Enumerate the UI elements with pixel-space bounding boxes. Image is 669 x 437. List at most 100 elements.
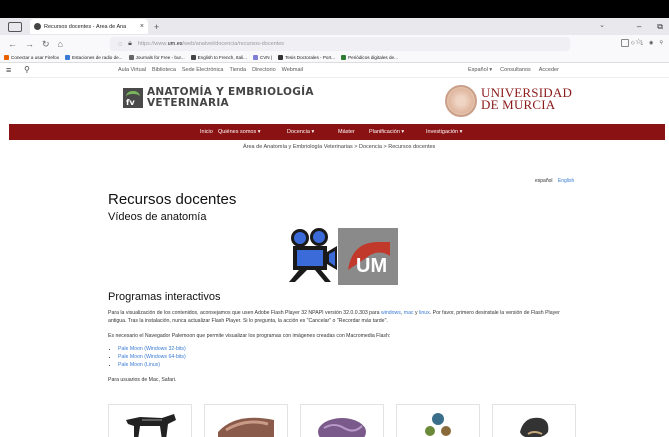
download-link[interactable]: Pale Moon (Windows 64-bits)	[118, 354, 186, 360]
department-logo[interactable]: fv	[123, 88, 143, 108]
account-link[interactable]: Consultanos	[500, 67, 531, 73]
palemoon-note: Es necesario el Navegador Palemoon que p…	[108, 333, 391, 339]
nav-item[interactable]: Investigación ▾	[426, 129, 462, 135]
bookmark-favicon-icon	[4, 55, 9, 61]
active-tab[interactable]: Recursos docentes - Área de Ana ×	[30, 19, 148, 34]
bookmark-label: Periódicos digitales de...	[348, 54, 398, 60]
lock-icon[interactable]: 🔒︎	[128, 40, 132, 48]
flash-instructions: Para la visualización de los contenidos,…	[108, 309, 578, 325]
restore-icon[interactable]: ⧉	[657, 22, 663, 32]
skull-specimen-image	[520, 417, 549, 437]
account-link[interactable]: Acceder	[539, 67, 559, 73]
resource-thumbnail[interactable]	[108, 404, 192, 437]
utility-link[interactable]: Sede Electrónica	[182, 67, 224, 73]
search-icon[interactable]: ⚲	[24, 65, 30, 74]
horse-skeleton-image	[126, 414, 176, 437]
bookmark-item[interactable]: Tesis Doctorales - Port...	[278, 55, 335, 61]
tab-overview-icon[interactable]	[8, 21, 22, 32]
mac-note: Para usuarios de Mac, Safari.	[108, 377, 177, 383]
programs-heading: Programas interactivos	[108, 291, 221, 303]
address-bar[interactable]: ◌ 🔒︎ https://www. um.es/web/anatvet/docen…	[110, 37, 642, 51]
um-video-logo-icon: UM	[348, 242, 390, 277]
department-logo-text: fv	[126, 98, 135, 107]
bookmark-item[interactable]: English to French, Itali...	[190, 54, 247, 61]
linux-link[interactable]: linux	[419, 310, 430, 316]
menu-icon[interactable]: ≡	[6, 65, 11, 75]
department-name[interactable]: ANATOMÍA Y EMBRIOLOGÍA VETERINARIA	[147, 87, 314, 109]
utility-link[interactable]: Biblioteca	[152, 67, 176, 73]
bookmark-label: Journals for Free - bur...	[135, 54, 185, 60]
bookmark-label: Conectar a usar Firefox	[11, 54, 59, 60]
navigation-bar: ← → ↻ ⌂ ◌ 🔒︎ https://www. um.es/web/anatv…	[0, 35, 669, 53]
download-link[interactable]: Pale Moon (Linux)	[118, 362, 160, 368]
url-path: /web/anatvet/docencia/recursos-docentes	[182, 41, 285, 47]
pocket-icon[interactable]: ◇	[631, 40, 635, 46]
home-icon[interactable]: ⌂	[58, 39, 63, 49]
utility-link[interactable]: Tienda	[229, 67, 246, 73]
video-camera-icon[interactable]	[287, 228, 339, 283]
tab-list-chevron-icon[interactable]: ⌄	[599, 21, 605, 29]
reload-icon[interactable]: ↻	[42, 39, 50, 50]
new-tab-button[interactable]: +	[154, 22, 159, 32]
nav-item[interactable]: Planificación ▾	[369, 129, 404, 135]
downloads-icon[interactable]: ⤓	[641, 40, 643, 46]
microscopy-samples-image	[425, 413, 451, 436]
resource-thumbnail[interactable]	[300, 404, 384, 437]
nav-item[interactable]: Docencia ▾	[287, 129, 314, 135]
nav-item[interactable]: Máster	[338, 129, 355, 135]
tab-title: Recursos docentes - Área de Ana	[44, 23, 127, 30]
download-item: Pale Moon (Windows 32-bits)	[118, 345, 186, 353]
download-link[interactable]: Pale Moon (Windows 32-bits)	[118, 346, 186, 352]
flash-instructions-text: Para la visualización de los contenidos,…	[108, 310, 381, 316]
utility-link[interactable]: Aula Virtual	[118, 67, 146, 73]
muscle-dissection-image	[218, 417, 274, 437]
account-link[interactable]: Español ▾	[468, 67, 492, 73]
bookmark-label: CVN |	[259, 54, 273, 60]
resource-thumbnail[interactable]	[396, 404, 480, 437]
videos-heading: Vídeos de anatomía	[108, 211, 207, 223]
resource-thumbnail[interactable]	[492, 404, 576, 437]
page-title: Recursos docentes	[108, 191, 237, 208]
tab-strip: Recursos docentes - Área de Ana × + ⌄ – …	[0, 18, 669, 35]
bookmark-item[interactable]: CVN |	[252, 54, 273, 61]
language-es[interactable]: español	[535, 178, 553, 184]
university-seal-icon[interactable]	[445, 85, 477, 117]
bookmark-favicon-icon	[252, 55, 258, 61]
nav-item[interactable]: Quiénes somos ▾	[218, 129, 261, 135]
shield-icon[interactable]: ◌	[118, 41, 122, 48]
minimize-icon[interactable]: –	[637, 22, 641, 31]
resource-thumbnail[interactable]	[204, 404, 288, 437]
tab-close-icon[interactable]: ×	[140, 23, 144, 30]
url-prefix: https://www.	[137, 41, 168, 47]
university-name[interactable]: UNIVERSIDAD DE MURCIA	[481, 86, 572, 112]
reader-view-icon[interactable]	[621, 39, 629, 47]
bookmark-label: English to French, Itali...	[197, 54, 247, 60]
utility-link[interactable]: Directorio	[252, 67, 276, 73]
bookmarks-toolbar: Conectar a usar Firefox Estaciones de rad…	[0, 53, 669, 63]
account-icon[interactable]: ◉	[649, 40, 653, 46]
bookmark-item[interactable]: Conectar a usar Firefox	[4, 54, 59, 61]
language-en[interactable]: English	[558, 178, 574, 184]
forward-icon[interactable]: →	[25, 39, 34, 49]
bookmark-favicon-icon	[128, 55, 134, 61]
bookmark-item[interactable]: Periódicos digitales de...	[341, 54, 398, 61]
back-icon[interactable]: ←	[8, 39, 17, 49]
breadcrumb[interactable]: Área de Anatomía y Embriología Veterinar…	[243, 144, 435, 150]
brain-specimen-image	[318, 418, 366, 437]
bookmark-item[interactable]: Journals for Free - bur...	[128, 54, 185, 61]
university-name-line2: DE MURCIA	[481, 97, 556, 112]
bookmark-favicon-icon	[65, 55, 70, 61]
bookmark-item[interactable]: Estaciones de radio de...	[65, 55, 123, 61]
palemoon-downloads: Pale Moon (Windows 32-bits) Pale Moon (Wi…	[118, 345, 186, 369]
download-item: Pale Moon (Linux)	[118, 361, 186, 369]
um-video-logo[interactable]: UM	[338, 228, 398, 285]
nav-item[interactable]: Inicio	[200, 129, 213, 135]
main-navigation: Inicio Quiénes somos ▾ Docencia ▾ Máster Pla…	[9, 124, 665, 140]
um-video-logo-text: UM	[356, 255, 387, 277]
mac-link[interactable]: mac	[404, 310, 414, 316]
site-utility-bar: ≡ ⚲ Aula Virtual Biblioteca Sede Electróni…	[0, 64, 669, 78]
extensions-icon[interactable]: ⚲	[659, 40, 663, 46]
utility-link[interactable]: Webmail	[282, 67, 303, 73]
bookmark-favicon-icon	[190, 55, 196, 61]
windows-link[interactable]: windows	[381, 310, 401, 316]
